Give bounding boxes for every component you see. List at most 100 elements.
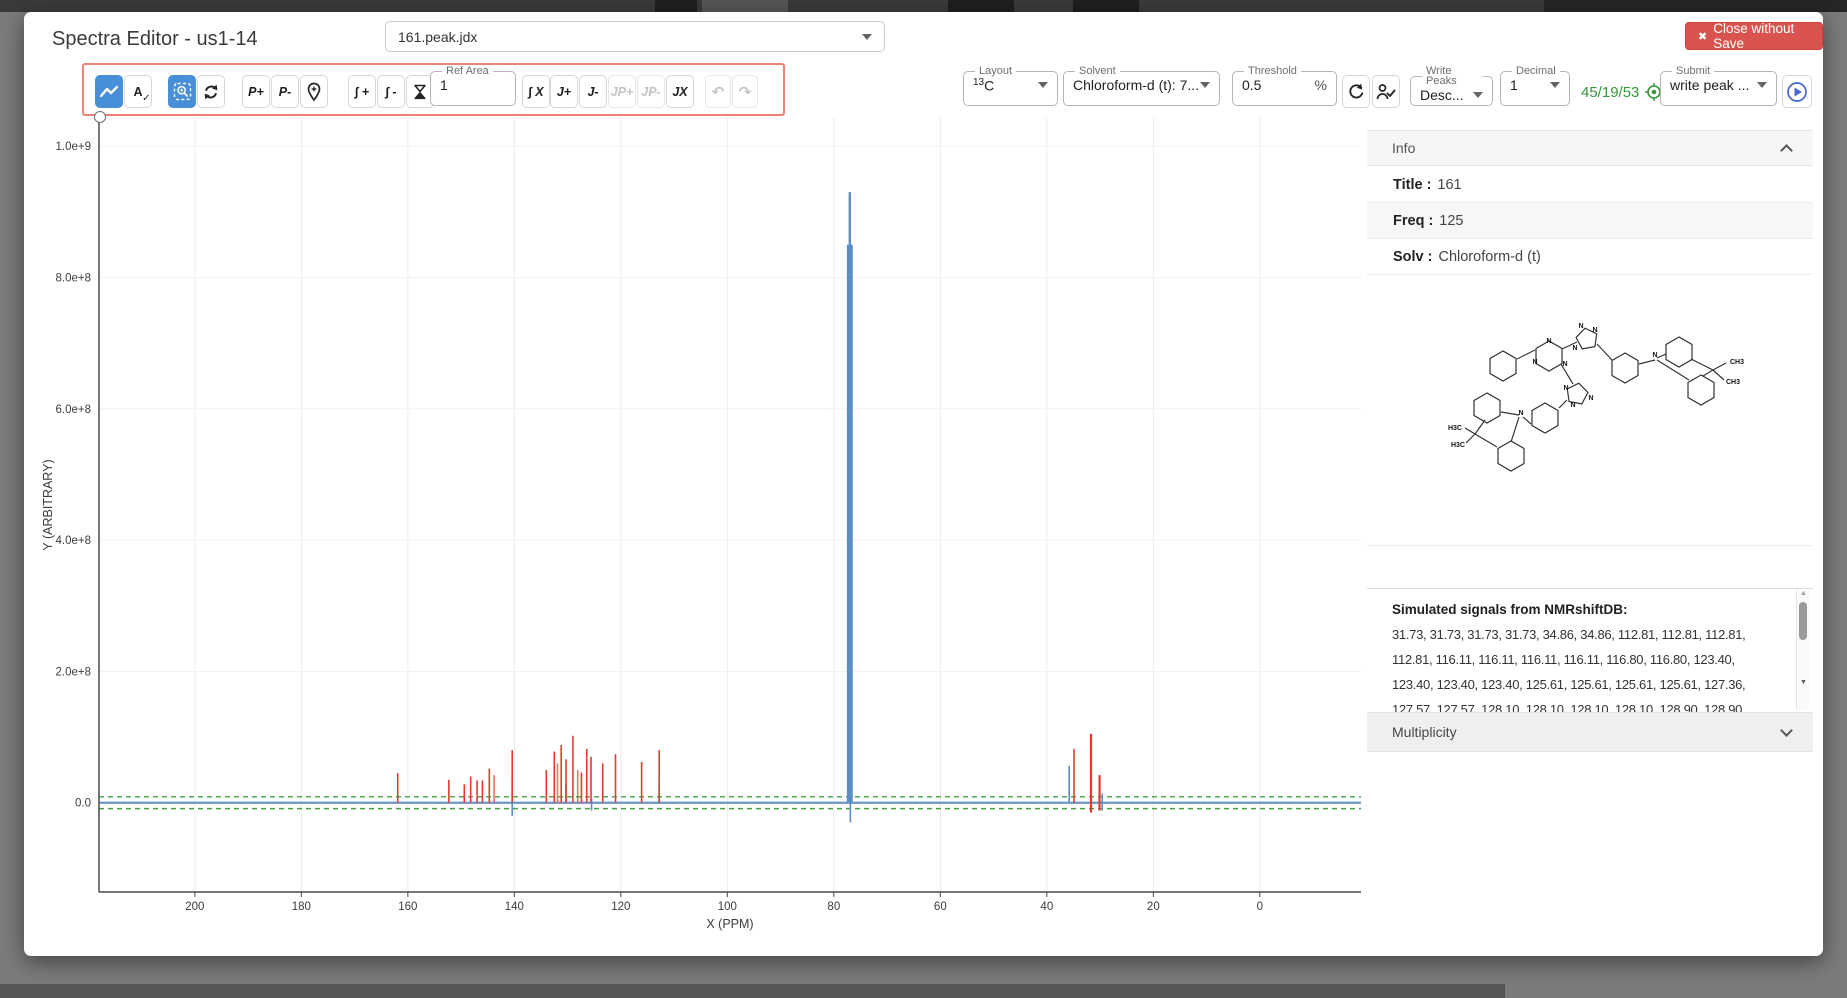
- zoom-select-button[interactable]: [168, 75, 196, 108]
- threshold-label: Threshold: [1244, 66, 1301, 76]
- background-top-bar: [0, 0, 1847, 12]
- line-chart-mode-button[interactable]: [95, 75, 123, 108]
- threshold-value: 0.5: [1242, 77, 1261, 93]
- svg-text:160: 160: [398, 901, 417, 913]
- auto-ranges-pick-button[interactable]: [1372, 75, 1400, 108]
- info-solv-value: Chloroform-d (t): [1438, 249, 1540, 265]
- svg-text:0: 0: [1257, 901, 1263, 913]
- svg-text:0.0: 0.0: [75, 798, 91, 810]
- jp-remove-button[interactable]: JP-: [637, 75, 665, 108]
- svg-text:N: N: [1652, 352, 1657, 359]
- solvent-value: Chloroform-d (t): 7...: [1073, 77, 1199, 93]
- background-bottom-bar: [0, 984, 1505, 998]
- chevron-down-icon: [1473, 92, 1483, 98]
- svg-text:60: 60: [934, 901, 947, 913]
- peak-remove-button[interactable]: P-: [271, 75, 299, 108]
- svg-text:2.0e+8: 2.0e+8: [56, 666, 92, 678]
- refresh-icon: [1347, 83, 1365, 101]
- zoom-select-icon: [173, 82, 192, 101]
- info-freq-label: Freq :: [1393, 213, 1433, 229]
- scrollbar-thumb[interactable]: [1799, 602, 1807, 640]
- molecule-structure: NNNNNNNNNNNCH3CH3H3CH3C: [1425, 302, 1757, 516]
- chevron-down-icon: [1038, 82, 1048, 88]
- peak-add-button[interactable]: P+: [242, 75, 270, 108]
- undo-button[interactable]: ↶: [705, 75, 731, 108]
- submit-select-fieldset[interactable]: Submit write peak ...: [1660, 66, 1777, 106]
- undo-icon: ↶: [712, 83, 725, 101]
- decimal-value: 1: [1510, 77, 1518, 93]
- svg-text:120: 120: [611, 901, 630, 913]
- scrollbar[interactable]: ▲ ▼: [1796, 590, 1809, 710]
- solvent-select-fieldset[interactable]: Solvent Chloroform-d (t): 7...: [1063, 66, 1220, 106]
- ref-area-input[interactable]: [440, 77, 506, 93]
- spectrum-chart[interactable]: 2001801601401201008060402001.0e+98.0e+86…: [28, 110, 1380, 940]
- close-without-save-button[interactable]: ✖ Close without Save: [1685, 22, 1823, 50]
- svg-text:20: 20: [1147, 901, 1160, 913]
- divider: [1367, 545, 1813, 546]
- play-icon: [1786, 81, 1808, 103]
- svg-text:Y (ARBITRARY): Y (ARBITRARY): [41, 459, 55, 550]
- write-peaks-select-fieldset[interactable]: Write Peaks Desc...: [1410, 66, 1493, 106]
- submit-label: Submit: [1672, 66, 1714, 76]
- j-clear-button[interactable]: JX: [666, 75, 694, 108]
- refresh-button[interactable]: [1342, 75, 1370, 108]
- simulated-signals-block: Simulated signals from NMRshiftDB: 31.73…: [1367, 588, 1813, 712]
- submit-run-button[interactable]: [1782, 75, 1812, 108]
- reset-zoom-icon: [202, 83, 220, 101]
- chevron-down-icon: [862, 34, 872, 40]
- svg-text:H3C: H3C: [1451, 442, 1465, 449]
- svg-text:40: 40: [1040, 901, 1053, 913]
- svg-text:N: N: [1546, 338, 1551, 345]
- scroll-down-icon[interactable]: ▼: [1797, 679, 1810, 686]
- info-row-freq: Freq : 125: [1367, 203, 1813, 239]
- svg-text:CH3: CH3: [1730, 359, 1744, 366]
- screen: { "window": { "title": "Spectra Editor -…: [0, 0, 1847, 998]
- user-check-icon: [1376, 83, 1396, 101]
- peak-pick-button[interactable]: [300, 75, 328, 108]
- svg-text:N: N: [1588, 395, 1593, 402]
- ref-area-fieldset: Ref Area: [430, 66, 516, 106]
- layout-select-fieldset[interactable]: Layout 13C: [963, 66, 1058, 106]
- j-remove-button[interactable]: J-: [579, 75, 607, 108]
- svg-text:H3C: H3C: [1448, 425, 1462, 432]
- auto-assign-button[interactable]: A✓: [124, 75, 152, 108]
- multiplicity-accordion-header[interactable]: Multiplicity: [1367, 712, 1813, 752]
- threshold-fieldset[interactable]: Threshold 0.5 %: [1232, 66, 1337, 106]
- chevron-down-icon: [1550, 82, 1560, 88]
- spectrum-file-select[interactable]: 161.peak.jdx: [385, 21, 885, 52]
- background-app-fragment: [702, 0, 788, 12]
- svg-text:180: 180: [292, 901, 311, 913]
- svg-text:N: N: [1572, 345, 1577, 352]
- hourglass-icon: [412, 83, 428, 101]
- file-select-value: 161.peak.jdx: [398, 29, 862, 45]
- redo-icon: ↷: [739, 83, 752, 101]
- assignment-icon: A✓: [133, 85, 142, 99]
- svg-text:N: N: [1562, 361, 1567, 368]
- redo-button[interactable]: ↷: [732, 75, 758, 108]
- ref-area-label: Ref Area: [442, 66, 493, 76]
- chevron-down-icon: [1757, 82, 1767, 88]
- decimal-select-fieldset[interactable]: Decimal 1: [1500, 66, 1570, 106]
- drag-handle[interactable]: [94, 111, 106, 123]
- j-add-button[interactable]: J+: [550, 75, 578, 108]
- svg-text:X (PPM): X (PPM): [706, 917, 753, 931]
- integral-add-button[interactable]: ∫ +: [348, 75, 376, 108]
- jp-add-button[interactable]: JP+: [608, 75, 636, 108]
- svg-text:N: N: [1592, 327, 1597, 334]
- svg-text:N: N: [1532, 359, 1537, 366]
- integral-remove-button[interactable]: ∫ -: [377, 75, 405, 108]
- svg-text:1.0e+9: 1.0e+9: [56, 141, 92, 153]
- info-solv-label: Solv :: [1393, 249, 1432, 265]
- map-pin-icon: [306, 82, 322, 102]
- peak-counter: 45/19/53: [1581, 82, 1664, 102]
- integral-clear-button[interactable]: ∫ X: [522, 75, 550, 108]
- scroll-up-icon[interactable]: ▲: [1797, 590, 1810, 597]
- svg-text:8.0e+8: 8.0e+8: [56, 273, 92, 285]
- svg-text:N: N: [1578, 323, 1583, 330]
- info-accordion-header[interactable]: Info: [1367, 130, 1813, 166]
- reset-zoom-button[interactable]: [197, 75, 225, 108]
- decimal-label: Decimal: [1512, 66, 1560, 76]
- threshold-unit: %: [1315, 77, 1327, 93]
- background-app-fragment: [655, 0, 697, 12]
- svg-text:140: 140: [505, 901, 524, 913]
